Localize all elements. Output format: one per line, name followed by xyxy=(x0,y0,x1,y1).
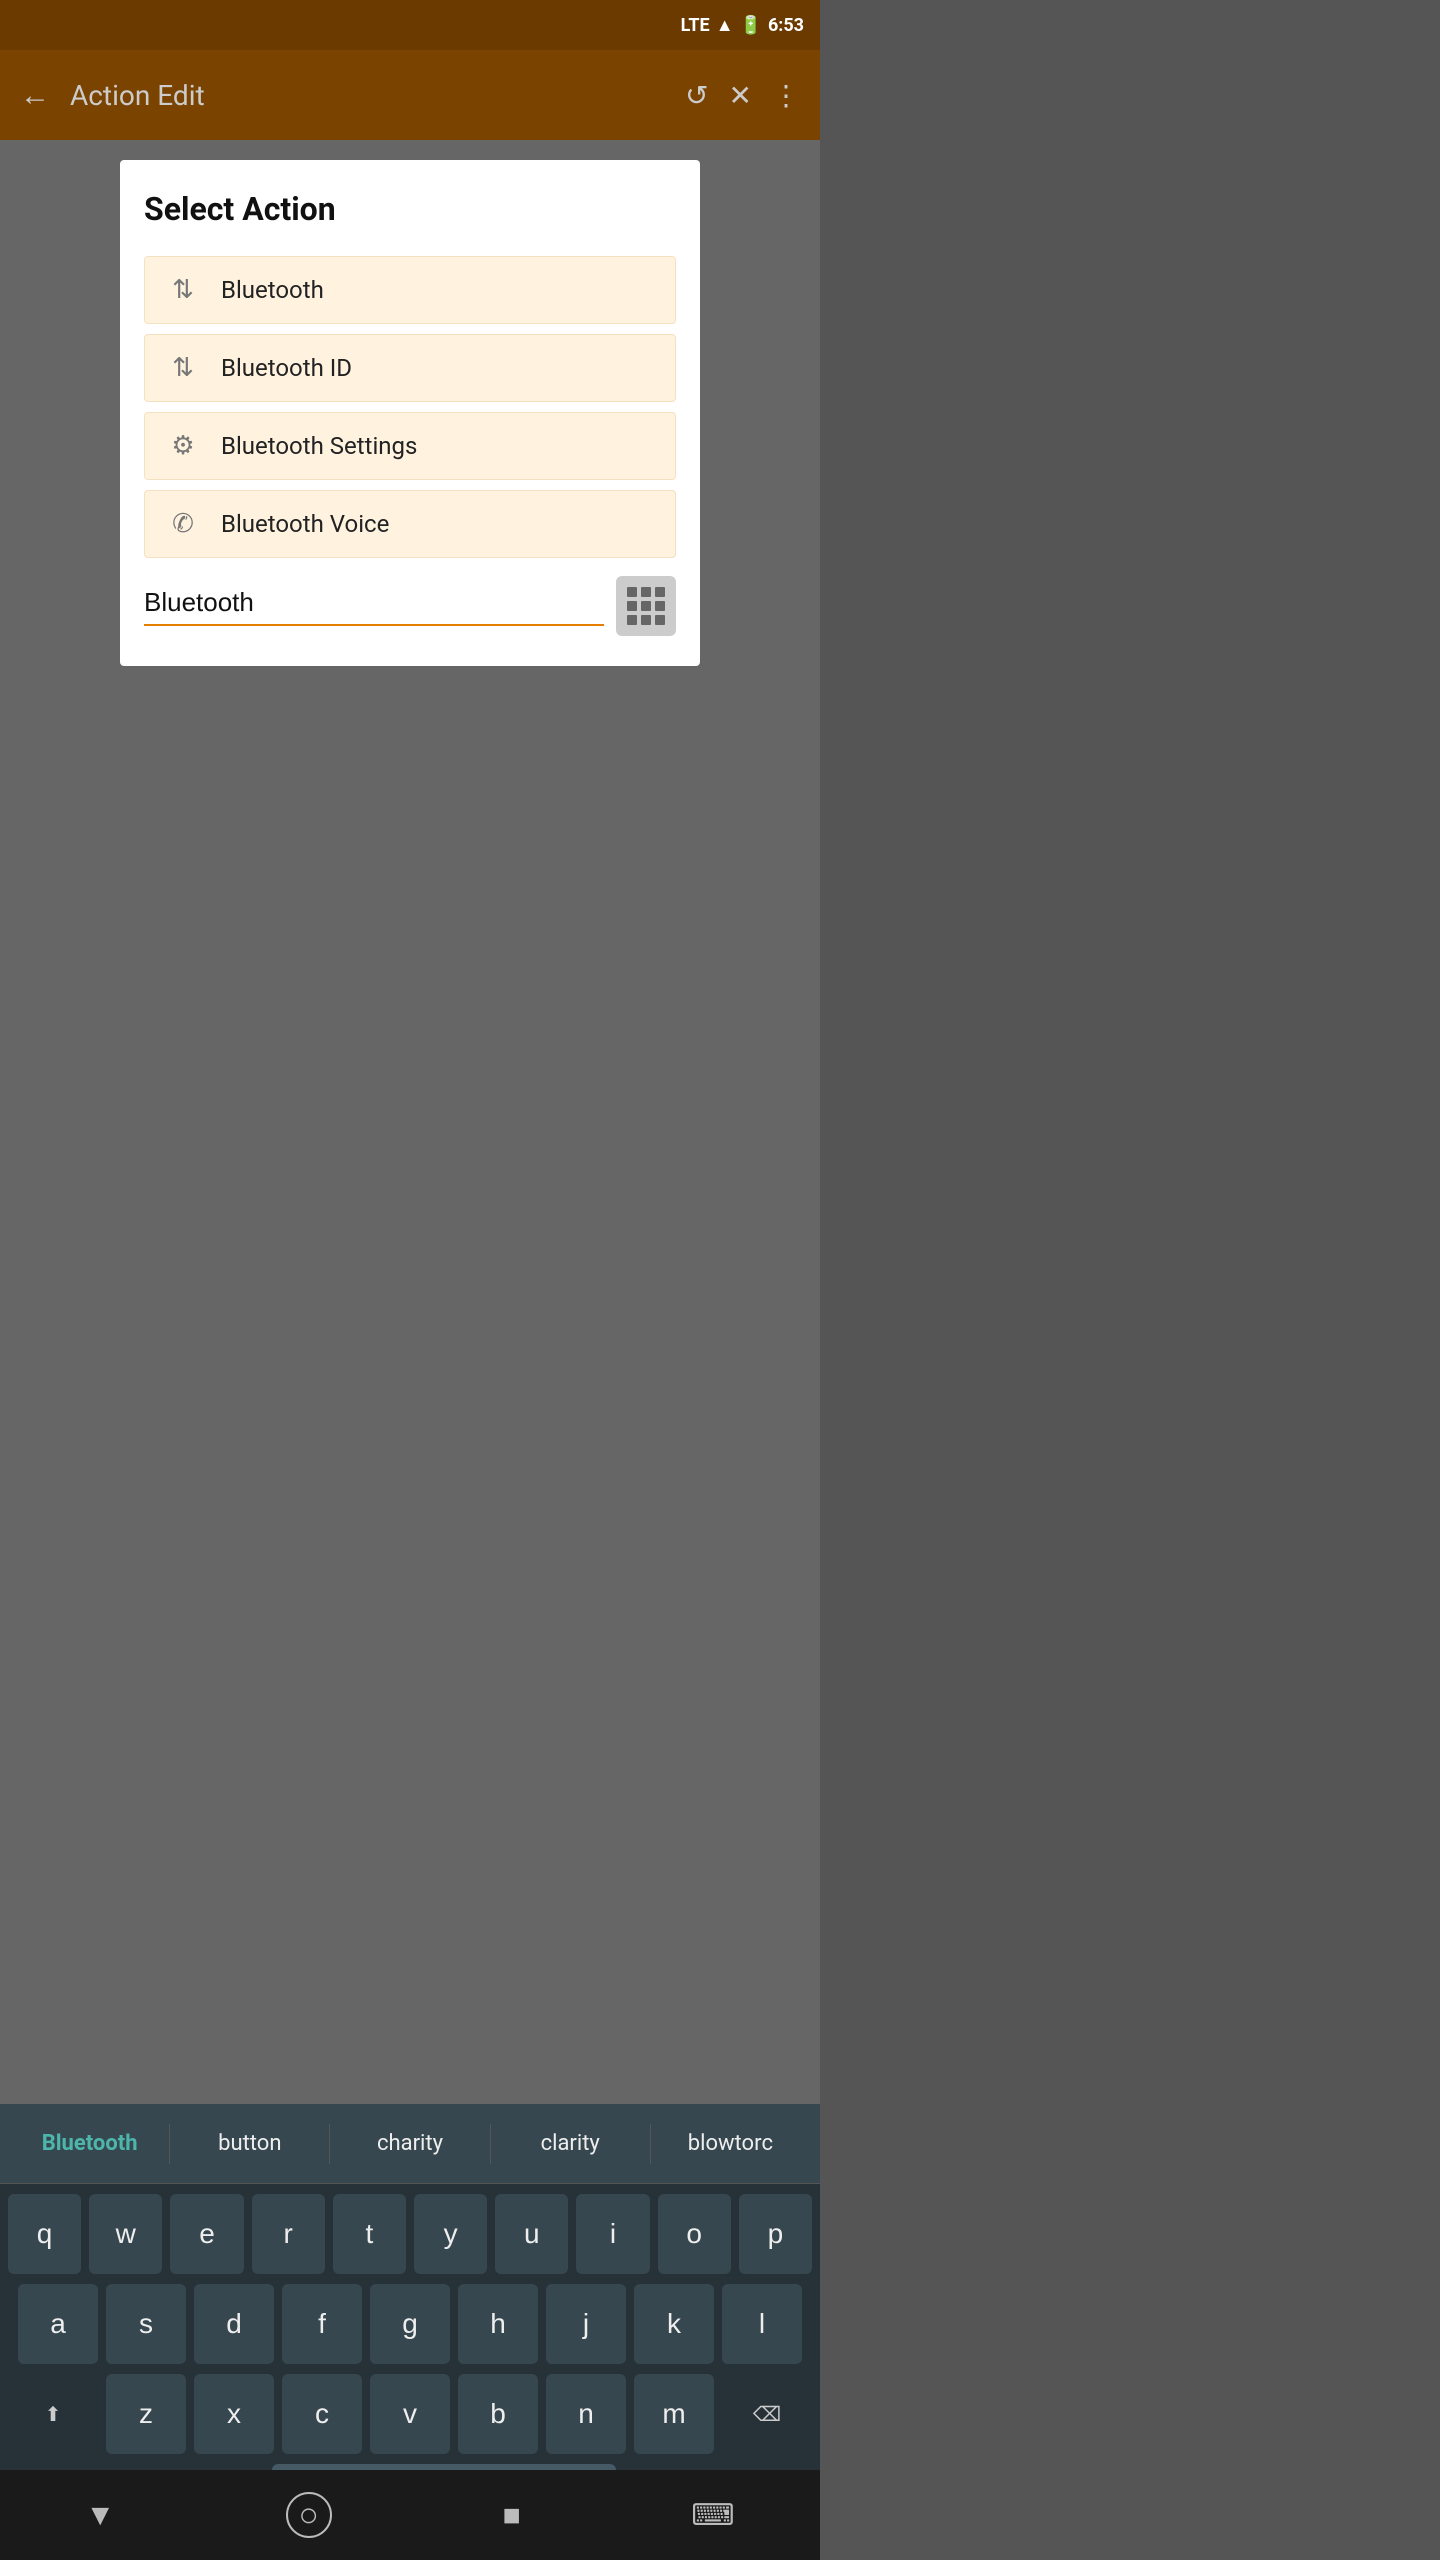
key-n[interactable]: n xyxy=(546,2374,626,2454)
bluetooth-settings-label: Bluetooth Settings xyxy=(221,432,417,460)
battery-icon: 🔋 xyxy=(740,15,762,36)
bluetooth-id-label: Bluetooth ID xyxy=(221,354,352,382)
page-title: Action Edit xyxy=(70,79,665,112)
suggestions-bar: Bluetooth button charity clarity blowtor… xyxy=(0,2104,820,2184)
nav-home-button[interactable]: ○ xyxy=(286,2492,332,2538)
key-row-2: a s d f g h j k l xyxy=(8,2284,812,2364)
key-p[interactable]: p xyxy=(739,2194,812,2274)
key-q[interactable]: q xyxy=(8,2194,81,2274)
search-input[interactable] xyxy=(144,587,604,618)
nav-back-button[interactable]: ▼ xyxy=(85,2498,115,2533)
bottom-nav: ▼ ○ ■ ⌨ xyxy=(0,2470,820,2560)
key-j[interactable]: j xyxy=(546,2284,626,2364)
lte-icon: LTE xyxy=(681,15,710,36)
status-bar: LTE ▲ 🔋 6:53 xyxy=(0,0,820,50)
list-item-bluetooth-voice[interactable]: ✆ Bluetooth Voice xyxy=(144,490,676,558)
key-row-1: q w e r t y u i o p xyxy=(8,2194,812,2274)
key-g[interactable]: g xyxy=(370,2284,450,2364)
bluetooth-label: Bluetooth xyxy=(221,276,324,304)
suggestion-blowtorch[interactable]: blowtorс xyxy=(651,2121,810,2166)
key-v[interactable]: v xyxy=(370,2374,450,2454)
list-item-bluetooth-settings[interactable]: ⚙ Bluetooth Settings xyxy=(144,412,676,480)
key-k[interactable]: k xyxy=(634,2284,714,2364)
shift-key[interactable]: ⬆ xyxy=(8,2374,98,2454)
nav-recents-button[interactable]: ■ xyxy=(502,2498,520,2533)
key-h[interactable]: h xyxy=(458,2284,538,2364)
clock: 6:53 xyxy=(768,15,804,36)
grid-icon xyxy=(627,587,665,625)
signal-icon: ▲ xyxy=(716,15,734,36)
key-z[interactable]: z xyxy=(106,2374,186,2454)
delete-key[interactable]: ⌫ xyxy=(722,2374,812,2454)
suggestion-bluetooth[interactable]: Bluetooth xyxy=(10,2121,169,2166)
list-item-bluetooth-id[interactable]: ⇅ Bluetooth ID xyxy=(144,334,676,402)
more-button[interactable]: ⋮ xyxy=(772,79,800,112)
key-l[interactable]: l xyxy=(722,2284,802,2364)
transfer-icon-bluetooth-id: ⇅ xyxy=(165,353,201,383)
key-o[interactable]: o xyxy=(658,2194,731,2274)
search-input-wrapper xyxy=(144,587,604,626)
key-f[interactable]: f xyxy=(282,2284,362,2364)
key-t[interactable]: t xyxy=(333,2194,406,2274)
list-item-bluetooth[interactable]: ⇅ Bluetooth xyxy=(144,256,676,324)
transfer-icon-bluetooth: ⇅ xyxy=(165,275,201,305)
refresh-button[interactable]: ↺ xyxy=(685,79,708,112)
action-icons: ↺ ✕ ⋮ xyxy=(685,79,800,112)
key-b[interactable]: b xyxy=(458,2374,538,2454)
dialog-title: Select Action xyxy=(144,190,676,228)
key-u[interactable]: u xyxy=(495,2194,568,2274)
key-s[interactable]: s xyxy=(106,2284,186,2364)
key-a[interactable]: a xyxy=(18,2284,98,2364)
gear-icon: ⚙ xyxy=(165,431,201,461)
select-action-dialog: Select Action ⇅ Bluetooth ⇅ Bluetooth ID… xyxy=(120,160,700,666)
key-row-3: ⬆ z x c v b n m ⌫ xyxy=(8,2374,812,2454)
status-icons: LTE ▲ 🔋 6:53 xyxy=(681,15,804,36)
key-m[interactable]: m xyxy=(634,2374,714,2454)
search-area xyxy=(144,576,676,636)
phone-icon: ✆ xyxy=(165,509,201,539)
close-button[interactable]: ✕ xyxy=(729,79,752,112)
bluetooth-voice-label: Bluetooth Voice xyxy=(221,510,389,538)
key-d[interactable]: d xyxy=(194,2284,274,2364)
key-x[interactable]: x xyxy=(194,2374,274,2454)
key-r[interactable]: r xyxy=(252,2194,325,2274)
action-bar: ← Action Edit ↺ ✕ ⋮ xyxy=(0,50,820,140)
suggestion-charity[interactable]: charity xyxy=(330,2121,489,2166)
key-w[interactable]: w xyxy=(89,2194,162,2274)
back-button[interactable]: ← xyxy=(20,78,50,113)
suggestion-clarity[interactable]: clarity xyxy=(491,2121,650,2166)
nav-keyboard-button[interactable]: ⌨ xyxy=(691,2498,734,2533)
suggestion-button[interactable]: button xyxy=(170,2121,329,2166)
key-y[interactable]: y xyxy=(414,2194,487,2274)
key-c[interactable]: c xyxy=(282,2374,362,2454)
grid-button[interactable] xyxy=(616,576,676,636)
key-i[interactable]: i xyxy=(576,2194,649,2274)
key-e[interactable]: e xyxy=(170,2194,243,2274)
